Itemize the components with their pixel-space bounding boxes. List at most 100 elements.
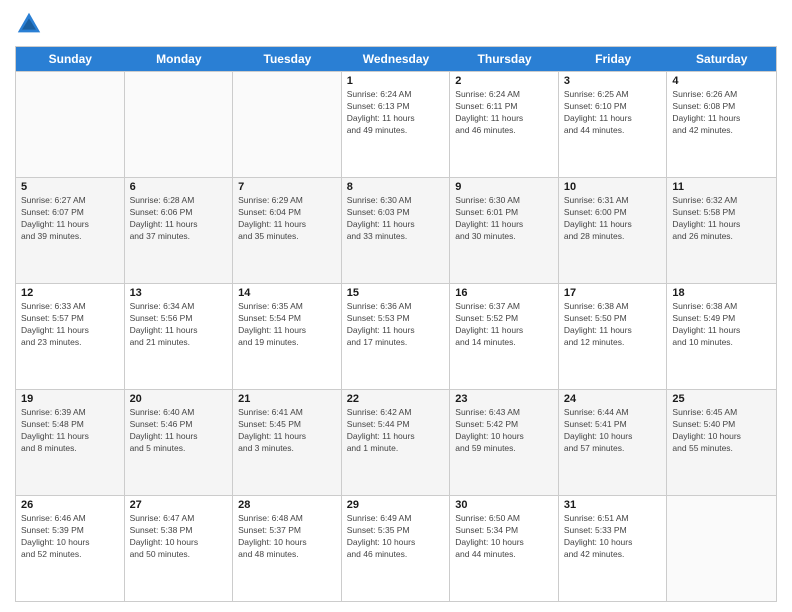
day-number: 21 <box>238 393 336 405</box>
weekday-header: Friday <box>559 47 668 71</box>
day-number: 24 <box>564 393 662 405</box>
day-number: 27 <box>130 499 228 511</box>
calendar-cell: 7 Sunrise: 6:29 AM Sunset: 6:04 PM Daylig… <box>233 178 342 283</box>
day-info: Sunrise: 6:47 AM Sunset: 5:38 PM Dayligh… <box>130 513 228 561</box>
calendar-cell: 2 Sunrise: 6:24 AM Sunset: 6:11 PM Daylig… <box>450 72 559 177</box>
calendar-cell: 9 Sunrise: 6:30 AM Sunset: 6:01 PM Daylig… <box>450 178 559 283</box>
day-info: Sunrise: 6:40 AM Sunset: 5:46 PM Dayligh… <box>130 407 228 455</box>
day-info: Sunrise: 6:49 AM Sunset: 5:35 PM Dayligh… <box>347 513 445 561</box>
calendar-cell: 31 Sunrise: 6:51 AM Sunset: 5:33 PM Dayli… <box>559 496 668 601</box>
calendar-row: 5 Sunrise: 6:27 AM Sunset: 6:07 PM Daylig… <box>16 177 776 283</box>
day-info: Sunrise: 6:42 AM Sunset: 5:44 PM Dayligh… <box>347 407 445 455</box>
day-info: Sunrise: 6:36 AM Sunset: 5:53 PM Dayligh… <box>347 301 445 349</box>
day-info: Sunrise: 6:48 AM Sunset: 5:37 PM Dayligh… <box>238 513 336 561</box>
day-number: 22 <box>347 393 445 405</box>
weekday-header: Tuesday <box>233 47 342 71</box>
page: SundayMondayTuesdayWednesdayThursdayFrid… <box>0 0 792 612</box>
day-info: Sunrise: 6:51 AM Sunset: 5:33 PM Dayligh… <box>564 513 662 561</box>
day-info: Sunrise: 6:33 AM Sunset: 5:57 PM Dayligh… <box>21 301 119 349</box>
calendar-cell: 12 Sunrise: 6:33 AM Sunset: 5:57 PM Dayli… <box>16 284 125 389</box>
day-number: 17 <box>564 287 662 299</box>
day-info: Sunrise: 6:45 AM Sunset: 5:40 PM Dayligh… <box>672 407 771 455</box>
day-number: 1 <box>347 75 445 87</box>
calendar-cell: 17 Sunrise: 6:38 AM Sunset: 5:50 PM Dayli… <box>559 284 668 389</box>
day-info: Sunrise: 6:29 AM Sunset: 6:04 PM Dayligh… <box>238 195 336 243</box>
calendar-cell: 27 Sunrise: 6:47 AM Sunset: 5:38 PM Dayli… <box>125 496 234 601</box>
day-number: 10 <box>564 181 662 193</box>
day-number: 15 <box>347 287 445 299</box>
day-info: Sunrise: 6:30 AM Sunset: 6:01 PM Dayligh… <box>455 195 553 243</box>
day-info: Sunrise: 6:24 AM Sunset: 6:13 PM Dayligh… <box>347 89 445 137</box>
calendar-cell: 28 Sunrise: 6:48 AM Sunset: 5:37 PM Dayli… <box>233 496 342 601</box>
day-info: Sunrise: 6:46 AM Sunset: 5:39 PM Dayligh… <box>21 513 119 561</box>
day-info: Sunrise: 6:35 AM Sunset: 5:54 PM Dayligh… <box>238 301 336 349</box>
day-info: Sunrise: 6:27 AM Sunset: 6:07 PM Dayligh… <box>21 195 119 243</box>
calendar-cell: 5 Sunrise: 6:27 AM Sunset: 6:07 PM Daylig… <box>16 178 125 283</box>
calendar-cell: 26 Sunrise: 6:46 AM Sunset: 5:39 PM Dayli… <box>16 496 125 601</box>
weekday-header: Saturday <box>667 47 776 71</box>
day-number: 25 <box>672 393 771 405</box>
day-number: 18 <box>672 287 771 299</box>
day-info: Sunrise: 6:24 AM Sunset: 6:11 PM Dayligh… <box>455 89 553 137</box>
day-number: 23 <box>455 393 553 405</box>
calendar-cell: 14 Sunrise: 6:35 AM Sunset: 5:54 PM Dayli… <box>233 284 342 389</box>
day-info: Sunrise: 6:37 AM Sunset: 5:52 PM Dayligh… <box>455 301 553 349</box>
day-number: 7 <box>238 181 336 193</box>
calendar-row: 12 Sunrise: 6:33 AM Sunset: 5:57 PM Dayli… <box>16 283 776 389</box>
day-number: 13 <box>130 287 228 299</box>
day-number: 8 <box>347 181 445 193</box>
day-number: 16 <box>455 287 553 299</box>
calendar-cell: 20Sunrise: 6:40 AM Sunset: 5:46 PM Dayli… <box>125 390 234 495</box>
day-info: Sunrise: 6:43 AM Sunset: 5:42 PM Dayligh… <box>455 407 553 455</box>
logo <box>15 10 47 38</box>
calendar-cell: 25 Sunrise: 6:45 AM Sunset: 5:40 PM Dayli… <box>667 390 776 495</box>
logo-icon <box>15 10 43 38</box>
calendar-cell: 11Sunrise: 6:32 AM Sunset: 5:58 PM Dayli… <box>667 178 776 283</box>
calendar-cell <box>125 72 234 177</box>
calendar-cell: 1 Sunrise: 6:24 AM Sunset: 6:13 PM Daylig… <box>342 72 451 177</box>
day-number: 2 <box>455 75 553 87</box>
calendar-cell: 16 Sunrise: 6:37 AM Sunset: 5:52 PM Dayli… <box>450 284 559 389</box>
day-number: 3 <box>564 75 662 87</box>
calendar-cell: 15 Sunrise: 6:36 AM Sunset: 5:53 PM Dayli… <box>342 284 451 389</box>
calendar-cell: 13 Sunrise: 6:34 AM Sunset: 5:56 PM Dayli… <box>125 284 234 389</box>
calendar-row: 19Sunrise: 6:39 AM Sunset: 5:48 PM Dayli… <box>16 389 776 495</box>
day-number: 14 <box>238 287 336 299</box>
day-number: 9 <box>455 181 553 193</box>
calendar-cell <box>233 72 342 177</box>
calendar-cell: 23 Sunrise: 6:43 AM Sunset: 5:42 PM Dayli… <box>450 390 559 495</box>
day-info: Sunrise: 6:34 AM Sunset: 5:56 PM Dayligh… <box>130 301 228 349</box>
day-number: 12 <box>21 287 119 299</box>
day-number: 29 <box>347 499 445 511</box>
day-number: 26 <box>21 499 119 511</box>
day-number: 5 <box>21 181 119 193</box>
calendar: SundayMondayTuesdayWednesdayThursdayFrid… <box>15 46 777 602</box>
calendar-cell: 4Sunrise: 6:26 AM Sunset: 6:08 PM Daylig… <box>667 72 776 177</box>
day-number: 11 <box>672 181 771 193</box>
day-info: Sunrise: 6:26 AM Sunset: 6:08 PM Dayligh… <box>672 89 771 137</box>
day-info: Sunrise: 6:41 AM Sunset: 5:45 PM Dayligh… <box>238 407 336 455</box>
calendar-cell: 8Sunrise: 6:30 AM Sunset: 6:03 PM Daylig… <box>342 178 451 283</box>
calendar-cell: 29 Sunrise: 6:49 AM Sunset: 5:35 PM Dayli… <box>342 496 451 601</box>
calendar-cell <box>16 72 125 177</box>
weekday-header: Thursday <box>450 47 559 71</box>
calendar-cell: 18Sunrise: 6:38 AM Sunset: 5:49 PM Dayli… <box>667 284 776 389</box>
day-info: Sunrise: 6:39 AM Sunset: 5:48 PM Dayligh… <box>21 407 119 455</box>
day-number: 28 <box>238 499 336 511</box>
day-info: Sunrise: 6:38 AM Sunset: 5:50 PM Dayligh… <box>564 301 662 349</box>
calendar-row: 26 Sunrise: 6:46 AM Sunset: 5:39 PM Dayli… <box>16 495 776 601</box>
calendar-cell: 22 Sunrise: 6:42 AM Sunset: 5:44 PM Dayli… <box>342 390 451 495</box>
calendar-cell: 19Sunrise: 6:39 AM Sunset: 5:48 PM Dayli… <box>16 390 125 495</box>
day-number: 6 <box>130 181 228 193</box>
day-number: 30 <box>455 499 553 511</box>
calendar-cell: 24 Sunrise: 6:44 AM Sunset: 5:41 PM Dayli… <box>559 390 668 495</box>
day-number: 31 <box>564 499 662 511</box>
calendar-cell: 6 Sunrise: 6:28 AM Sunset: 6:06 PM Daylig… <box>125 178 234 283</box>
calendar-cell: 30Sunrise: 6:50 AM Sunset: 5:34 PM Dayli… <box>450 496 559 601</box>
calendar-cell <box>667 496 776 601</box>
weekday-header: Wednesday <box>342 47 451 71</box>
day-info: Sunrise: 6:44 AM Sunset: 5:41 PM Dayligh… <box>564 407 662 455</box>
weekday-header: Sunday <box>16 47 125 71</box>
calendar-header: SundayMondayTuesdayWednesdayThursdayFrid… <box>16 47 776 71</box>
day-info: Sunrise: 6:28 AM Sunset: 6:06 PM Dayligh… <box>130 195 228 243</box>
